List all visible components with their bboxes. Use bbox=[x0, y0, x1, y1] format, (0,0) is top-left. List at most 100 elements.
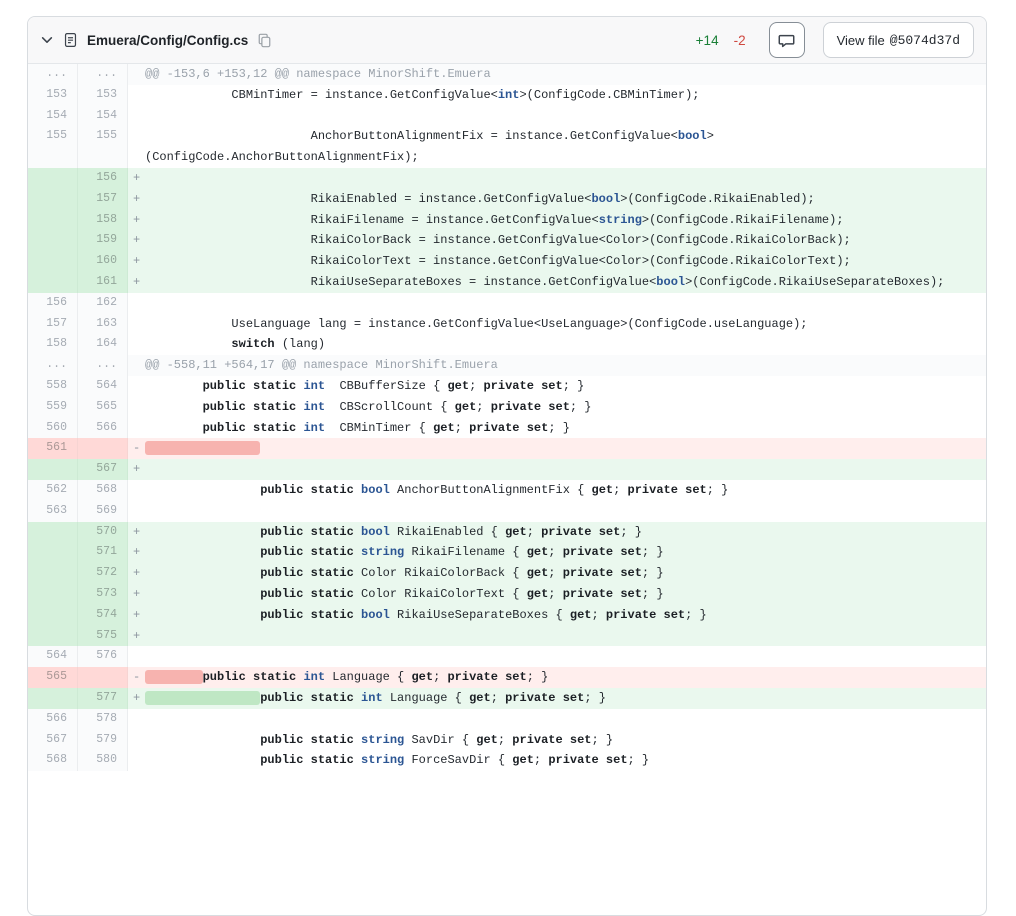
diff-code-cell: - bbox=[128, 438, 986, 459]
code-line: public static string RikaiFilename { get… bbox=[145, 542, 986, 563]
new-line-number[interactable]: 155 bbox=[78, 126, 128, 168]
diff-code-cell bbox=[128, 709, 986, 730]
old-line-number[interactable] bbox=[28, 272, 78, 293]
old-line-number[interactable]: 563 bbox=[28, 501, 78, 522]
old-line-number[interactable]: 561 bbox=[28, 438, 78, 459]
diff-row: 156+ bbox=[28, 168, 986, 189]
new-line-number[interactable]: 564 bbox=[78, 376, 128, 397]
diff-sign bbox=[128, 646, 145, 667]
diff-code-cell: + public static Color RikaiColorBack { g… bbox=[128, 563, 986, 584]
old-line-number[interactable] bbox=[28, 168, 78, 189]
old-line-number[interactable]: 567 bbox=[28, 730, 78, 751]
old-line-number[interactable]: 564 bbox=[28, 646, 78, 667]
diff-row: 558564 public static int CBBufferSize { … bbox=[28, 376, 986, 397]
old-line-number[interactable] bbox=[28, 522, 78, 543]
diff-code-cell: + bbox=[128, 168, 986, 189]
new-line-number[interactable]: 578 bbox=[78, 709, 128, 730]
old-line-number[interactable]: 565 bbox=[28, 667, 78, 688]
code-line bbox=[145, 438, 986, 459]
new-line-number[interactable]: 568 bbox=[78, 480, 128, 501]
new-line-number[interactable]: 158 bbox=[78, 210, 128, 231]
old-line-number[interactable] bbox=[28, 459, 78, 480]
new-line-number[interactable]: 156 bbox=[78, 168, 128, 189]
old-line-number[interactable]: 153 bbox=[28, 85, 78, 106]
new-line-number[interactable]: 580 bbox=[78, 750, 128, 771]
new-line-number[interactable]: 579 bbox=[78, 730, 128, 751]
diff-code-cell: + RikaiEnabled = instance.GetConfigValue… bbox=[128, 189, 986, 210]
new-line-number[interactable]: 571 bbox=[78, 542, 128, 563]
file-path[interactable]: Emuera/Config/Config.cs bbox=[87, 33, 248, 48]
old-line-number[interactable]: 156 bbox=[28, 293, 78, 314]
old-line-number[interactable] bbox=[28, 230, 78, 251]
new-line-number[interactable]: 577 bbox=[78, 688, 128, 709]
comment-button[interactable] bbox=[769, 22, 805, 58]
old-line-number[interactable] bbox=[28, 584, 78, 605]
code-line: public static int CBScrollCount { get; p… bbox=[145, 397, 986, 418]
new-line-number[interactable]: 573 bbox=[78, 584, 128, 605]
new-line-number[interactable]: 162 bbox=[78, 293, 128, 314]
old-line-number[interactable]: 559 bbox=[28, 397, 78, 418]
diff-row: 574+ public static bool RikaiUseSeparate… bbox=[28, 605, 986, 626]
diff-sign: + bbox=[128, 459, 145, 480]
old-line-number[interactable]: 158 bbox=[28, 334, 78, 355]
diff-row: 560566 public static int CBMinTimer { ge… bbox=[28, 418, 986, 439]
old-line-number[interactable]: 154 bbox=[28, 106, 78, 127]
diff-sign: - bbox=[128, 667, 145, 688]
old-line-number[interactable]: 558 bbox=[28, 376, 78, 397]
diff-sign: + bbox=[128, 189, 145, 210]
new-line-number[interactable] bbox=[78, 667, 128, 688]
file-header: Emuera/Config/Config.cs +14 -2 View file… bbox=[28, 17, 986, 64]
diff-row: 156162 bbox=[28, 293, 986, 314]
code-line: switch (lang) bbox=[145, 334, 986, 355]
code-line bbox=[145, 709, 986, 730]
new-line-number[interactable]: 576 bbox=[78, 646, 128, 667]
old-line-number[interactable] bbox=[28, 688, 78, 709]
old-line-number[interactable] bbox=[28, 563, 78, 584]
old-line-number[interactable] bbox=[28, 605, 78, 626]
new-line-number[interactable]: 566 bbox=[78, 418, 128, 439]
diff-sign bbox=[128, 418, 145, 439]
diff-code-cell bbox=[128, 106, 986, 127]
new-line-number[interactable]: 565 bbox=[78, 397, 128, 418]
old-line-number[interactable]: 562 bbox=[28, 480, 78, 501]
old-line-number[interactable] bbox=[28, 626, 78, 647]
old-line-number[interactable]: 155 bbox=[28, 126, 78, 168]
new-line-number[interactable]: 574 bbox=[78, 605, 128, 626]
code-line: public static int CBBufferSize { get; pr… bbox=[145, 376, 986, 397]
new-line-number[interactable]: 575 bbox=[78, 626, 128, 647]
new-line-number[interactable]: 569 bbox=[78, 501, 128, 522]
new-line-number[interactable]: 157 bbox=[78, 189, 128, 210]
diff-sign bbox=[128, 397, 145, 418]
diff-code-cell bbox=[128, 646, 986, 667]
copy-icon[interactable] bbox=[257, 33, 272, 48]
old-line-number[interactable] bbox=[28, 210, 78, 231]
new-line-number[interactable]: 154 bbox=[78, 106, 128, 127]
code-line bbox=[145, 626, 986, 647]
chevron-down-icon[interactable] bbox=[40, 33, 54, 47]
new-line-number[interactable]: 164 bbox=[78, 334, 128, 355]
new-line-number[interactable]: 160 bbox=[78, 251, 128, 272]
new-line-number[interactable]: 159 bbox=[78, 230, 128, 251]
diff-code-cell: + public static int Language { get; priv… bbox=[128, 688, 986, 709]
old-line-number[interactable]: 157 bbox=[28, 314, 78, 335]
diff-row: 157+ RikaiEnabled = instance.GetConfigVa… bbox=[28, 189, 986, 210]
new-line-number[interactable] bbox=[78, 438, 128, 459]
view-file-button[interactable]: View file @5074d37d bbox=[823, 22, 974, 58]
old-line-number[interactable]: 560 bbox=[28, 418, 78, 439]
new-line-number[interactable]: 161 bbox=[78, 272, 128, 293]
diff-code-cell: public static string SavDir { get; priva… bbox=[128, 730, 986, 751]
new-line-number[interactable]: 567 bbox=[78, 459, 128, 480]
diff-row: 159+ RikaiColorBack = instance.GetConfig… bbox=[28, 230, 986, 251]
old-line-number[interactable]: 566 bbox=[28, 709, 78, 730]
new-line-number[interactable]: 163 bbox=[78, 314, 128, 335]
new-line-number[interactable]: 153 bbox=[78, 85, 128, 106]
diff-row: 153153 CBMinTimer = instance.GetConfigVa… bbox=[28, 85, 986, 106]
old-line-number[interactable] bbox=[28, 542, 78, 563]
old-line-number[interactable] bbox=[28, 251, 78, 272]
old-line-number[interactable] bbox=[28, 189, 78, 210]
old-line-number[interactable]: 568 bbox=[28, 750, 78, 771]
diff-sign bbox=[128, 293, 145, 314]
code-line: public static string ForceSavDir { get; … bbox=[145, 750, 986, 771]
new-line-number[interactable]: 572 bbox=[78, 563, 128, 584]
new-line-number[interactable]: 570 bbox=[78, 522, 128, 543]
